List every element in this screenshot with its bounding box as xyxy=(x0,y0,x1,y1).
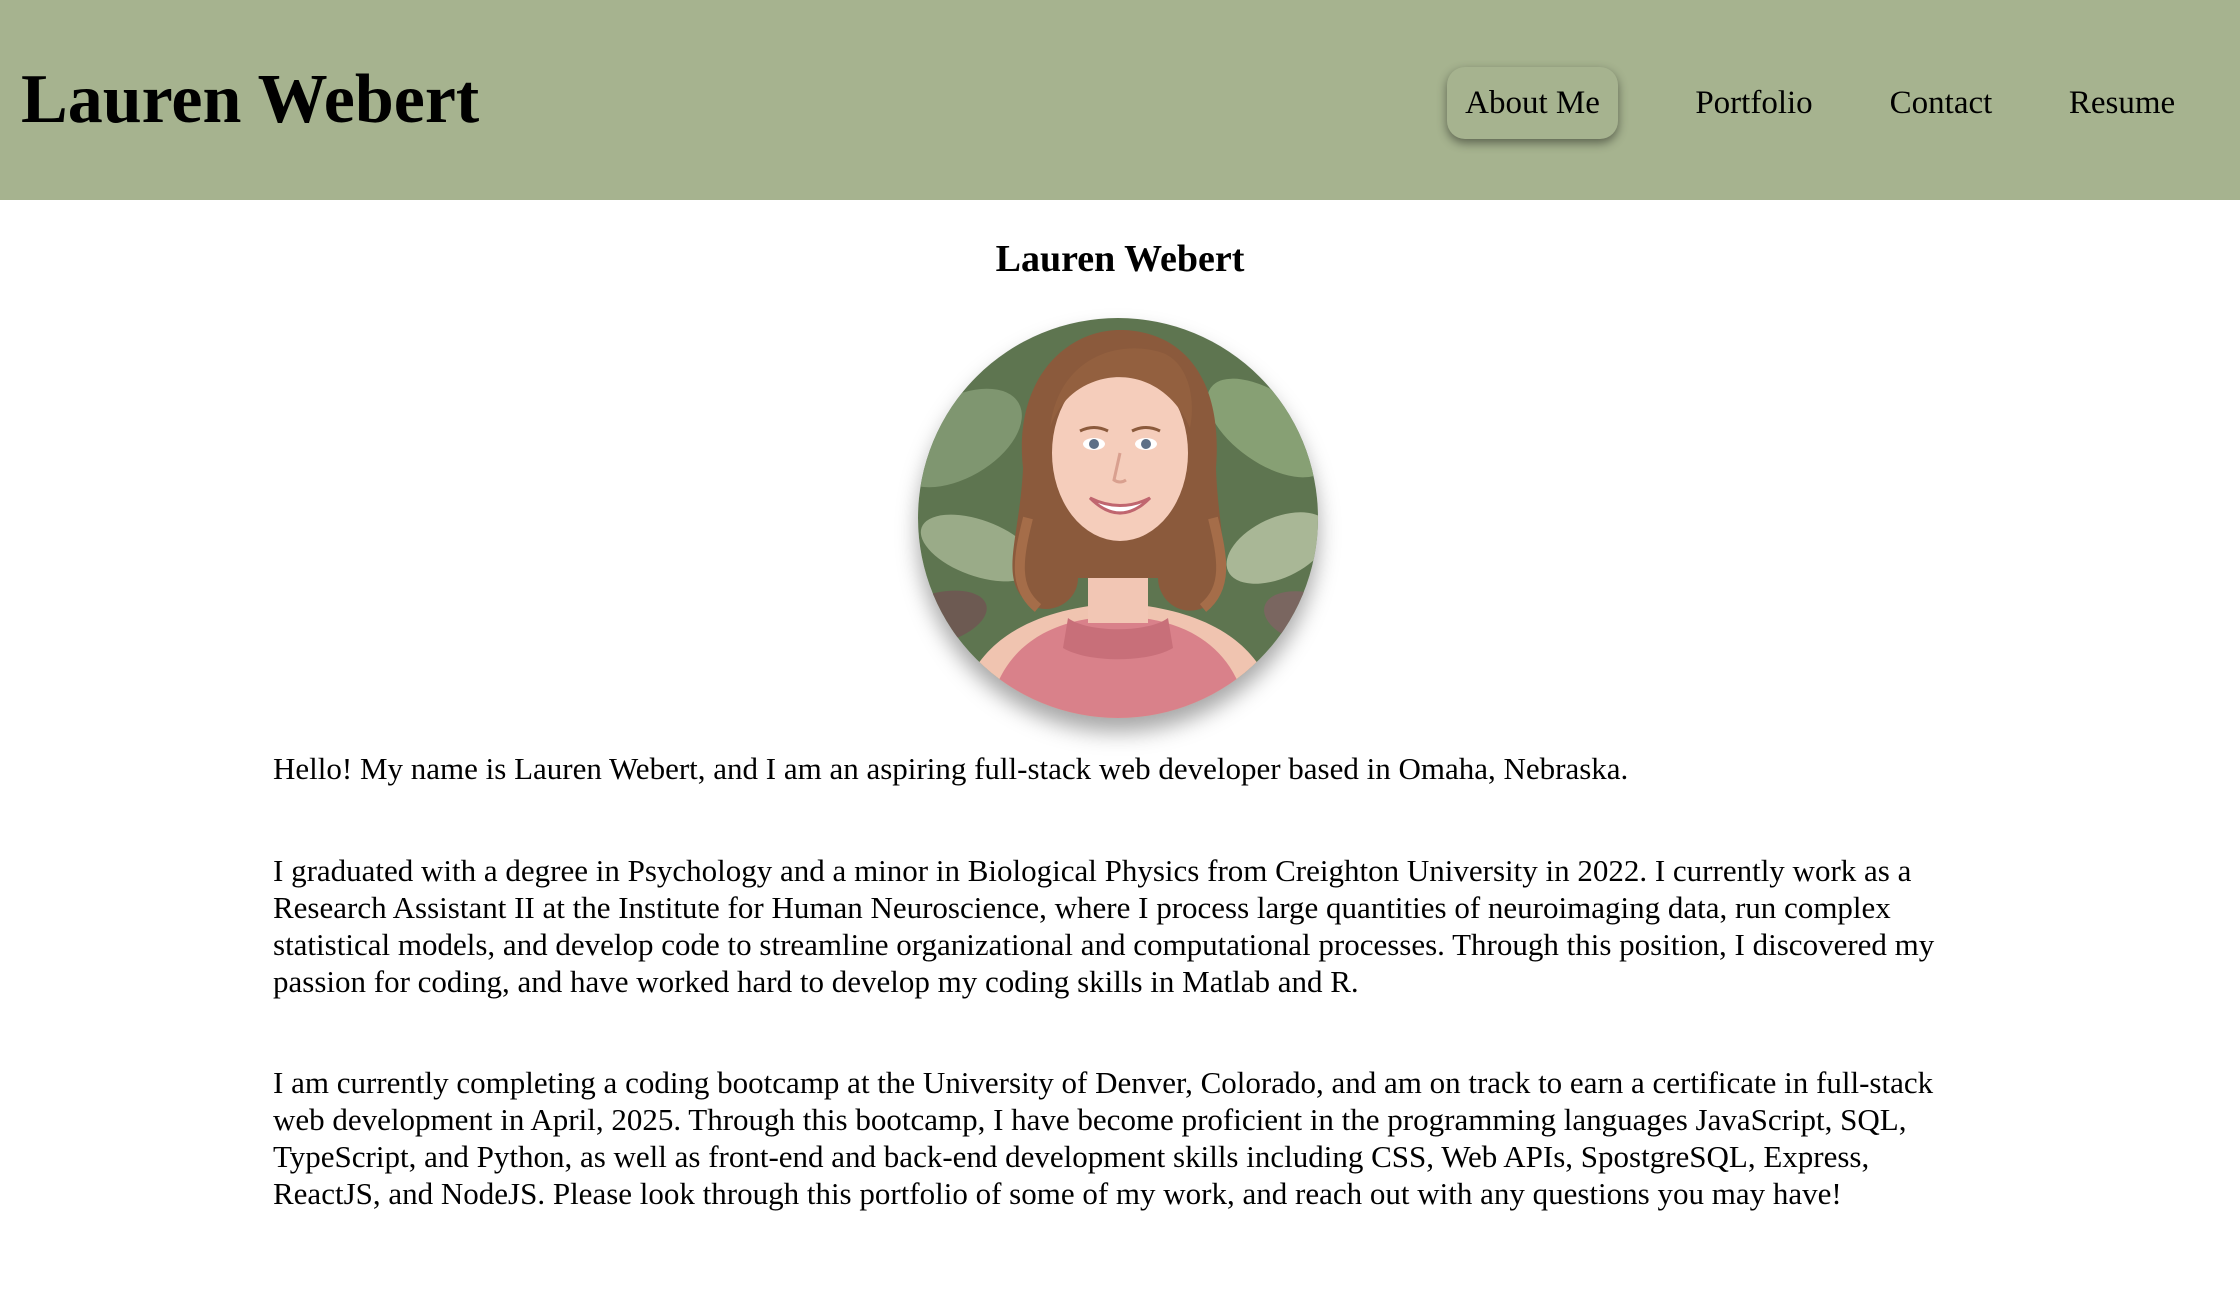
bio-paragraph-intro: Hello! My name is Lauren Webert, and I a… xyxy=(273,751,1629,786)
nav-link-resume[interactable]: Resume xyxy=(2053,67,2191,139)
about-heading: Lauren Webert xyxy=(995,238,1245,280)
nav-link-about-me[interactable]: About Me xyxy=(1447,67,1618,139)
nav-link-contact[interactable]: Contact xyxy=(1874,67,2008,139)
site-header: Lauren Webert About Me Portfolio Contact… xyxy=(0,0,2240,200)
nav-link-portfolio[interactable]: Portfolio xyxy=(1680,67,1828,139)
bio-paragraph-education: I graduated with a degree in Psychology … xyxy=(273,853,1935,999)
profile-photo xyxy=(918,318,1318,718)
bio-paragraph-bootcamp: I am currently completing a coding bootc… xyxy=(273,1065,1934,1211)
main-nav: About Me Portfolio Contact Resume xyxy=(0,0,2240,200)
